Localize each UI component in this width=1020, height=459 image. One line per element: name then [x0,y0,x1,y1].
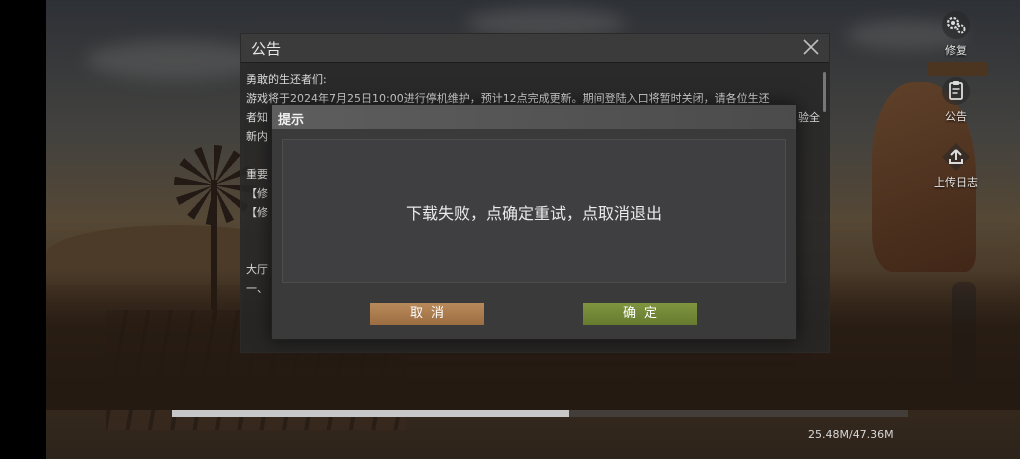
clipboard-icon [942,77,970,105]
announcement-scrollbar[interactable] [823,72,826,112]
upload-icon [942,143,970,171]
error-dialog: 提示 下载失败，点确定重试，点取消退出 取消 确定 [271,104,797,340]
announcement-line-fragment: 验全 [798,111,820,124]
confirm-button[interactable]: 确定 [583,303,697,325]
announcement-header: 公告 [241,34,829,63]
announcement-button[interactable]: 公告 [926,76,986,124]
announcement-line: 勇敢的生还者们: [246,73,327,86]
repair-button[interactable]: 修复 [926,10,986,58]
upload-log-button[interactable]: 上传日志 [926,142,986,190]
download-progress-bar [172,410,908,417]
dialog-message-box: 下载失败，点确定重试，点取消退出 [282,139,786,283]
download-size-text: 25.48M/47.36M [808,428,894,441]
cancel-button[interactable]: 取消 [370,303,484,325]
announcement-label: 公告 [945,110,967,123]
announcement-title: 公告 [251,40,282,58]
close-icon[interactable] [801,37,821,57]
gears-icon [942,11,970,39]
dialog-message: 下载失败，点确定重试，点取消退出 [405,204,662,223]
dialog-header: 提示 [272,105,796,129]
dialog-title: 提示 [278,113,305,128]
upload-log-label: 上传日志 [934,176,978,189]
download-progress-fill [172,410,569,417]
repair-label: 修复 [945,44,967,57]
